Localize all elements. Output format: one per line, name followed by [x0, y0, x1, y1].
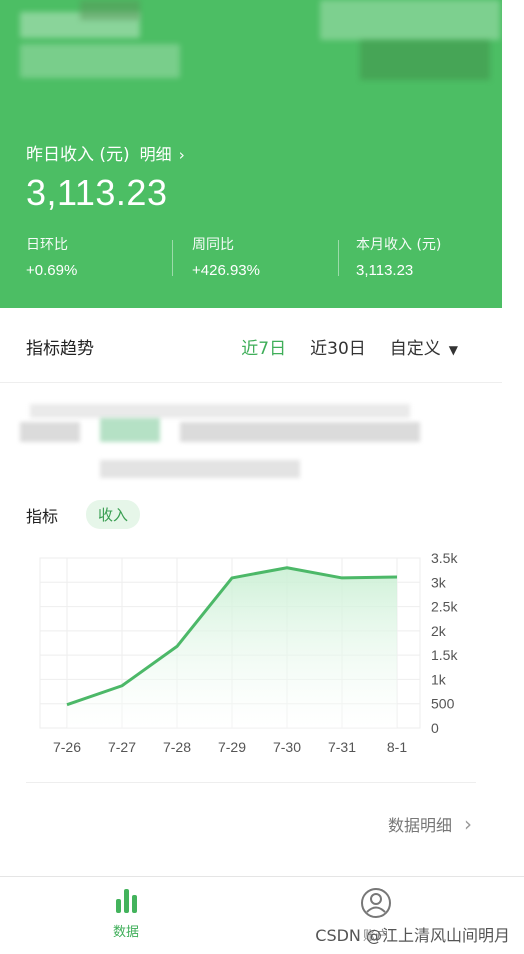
income-stats: 日环比 +0.69% 周同比 +426.93% 本月收入 (元) 3,113.2… — [0, 232, 502, 282]
income-detail-link[interactable]: 明细 › — [140, 141, 185, 165]
chart-x-tick-label: 7-28 — [163, 739, 191, 755]
data-detail-label: 数据明细 — [387, 816, 452, 835]
chart-x-tick-label: 7-29 — [218, 739, 246, 755]
trend-bar: 指标趋势 近7日 近30日 自定义 ▼ — [0, 308, 502, 383]
bar-chart-icon — [100, 885, 152, 913]
blurred-content — [20, 422, 80, 442]
stat-value: +0.69% — [26, 262, 78, 279]
income-trend-chart: 3.5k 3k 2.5k 2k 1.5k 1k 500 0 7-26 7-27 7-28 7-29 7-… — [0, 545, 502, 770]
stat-label: 周同比 — [192, 237, 234, 253]
chevron-right-icon: › — [178, 145, 185, 164]
chart-x-tick-label: 7-26 — [53, 739, 81, 755]
blurred-content — [30, 404, 410, 418]
chart-y-tick-label: 0 — [431, 720, 439, 736]
chart-y-tick-label: 500 — [431, 696, 455, 712]
stat-month-income: 本月收入 (元) 3,113.23 — [338, 232, 502, 282]
caret-down-icon: ▼ — [448, 343, 458, 357]
chart-y-tick-label: 3k — [431, 574, 447, 590]
income-detail-label: 明细 — [139, 144, 172, 164]
blurred-summary — [20, 398, 440, 488]
chart-y-tick-label: 3.5k — [431, 550, 458, 566]
stat-day-over-day: 日环比 +0.69% — [0, 232, 172, 282]
yesterday-income-row: 昨日收入 (元) 明细 › — [26, 140, 185, 166]
blurred-content — [180, 422, 420, 442]
metric-pill-income[interactable]: 收入 — [86, 500, 141, 529]
chart-y-tick-label: 1k — [431, 671, 447, 687]
blurred-content — [360, 40, 490, 80]
stat-value: +426.93% — [192, 262, 260, 279]
chevron-right-icon: › — [464, 812, 472, 836]
trend-title: 指标趋势 — [26, 339, 94, 359]
bottom-nav: 数据 账户 CSDN @江上清风山间明月 — [0, 876, 524, 954]
chart-area-fill — [67, 567, 397, 728]
stat-value: 3,113.23 — [356, 262, 414, 279]
blurred-content — [20, 44, 180, 78]
tab-custom-range[interactable]: 自定义 ▼ — [390, 334, 458, 359]
metric-row: 指标 收入 — [26, 500, 141, 529]
stat-label: 本月收入 (元) — [356, 237, 442, 253]
metric-label: 指标 — [26, 506, 59, 526]
stat-week-over-week: 周同比 +426.93% — [172, 232, 338, 282]
divider — [26, 782, 476, 783]
stat-label: 日环比 — [26, 237, 68, 253]
chart-y-tick-label: 2k — [431, 623, 447, 639]
nav-item-label: 数据 — [112, 925, 139, 940]
chart-x-tick-label: 7-30 — [273, 739, 301, 755]
chart-y-tick-label: 1.5k — [431, 647, 458, 663]
income-header: 昨日收入 (元) 明细 › 3,113.23 日环比 +0.69% 周同比 +4… — [0, 0, 502, 308]
nav-item-data[interactable]: 数据 — [100, 885, 152, 940]
tab-last-7-days[interactable]: 近7日 — [241, 334, 286, 359]
watermark: CSDN @江上清风山间明月 — [315, 926, 510, 945]
blurred-content — [80, 0, 140, 20]
user-icon — [361, 888, 391, 918]
blurred-content — [320, 0, 500, 40]
blurred-content — [100, 460, 300, 478]
chart-svg: 3.5k 3k 2.5k 2k 1.5k 1k 500 0 7-26 7-27 7-28 7-29 7-… — [39, 550, 458, 755]
blurred-content — [100, 418, 160, 442]
tab-last-30-days[interactable]: 近30日 — [310, 334, 366, 359]
chart-x-tick-label: 7-31 — [328, 739, 356, 755]
period-tabs: 近7日 近30日 自定义 ▼ — [241, 334, 458, 359]
chart-y-tick-label: 2.5k — [431, 599, 458, 615]
data-detail-link[interactable]: 数据明细 › — [388, 812, 472, 836]
chart-x-tick-label: 8-1 — [387, 739, 407, 755]
yesterday-income-label: 昨日收入 (元) — [26, 145, 130, 165]
yesterday-income-amount: 3,113.23 — [26, 172, 168, 213]
custom-range-label: 自定义 — [389, 339, 441, 359]
chart-x-tick-label: 7-27 — [108, 739, 136, 755]
